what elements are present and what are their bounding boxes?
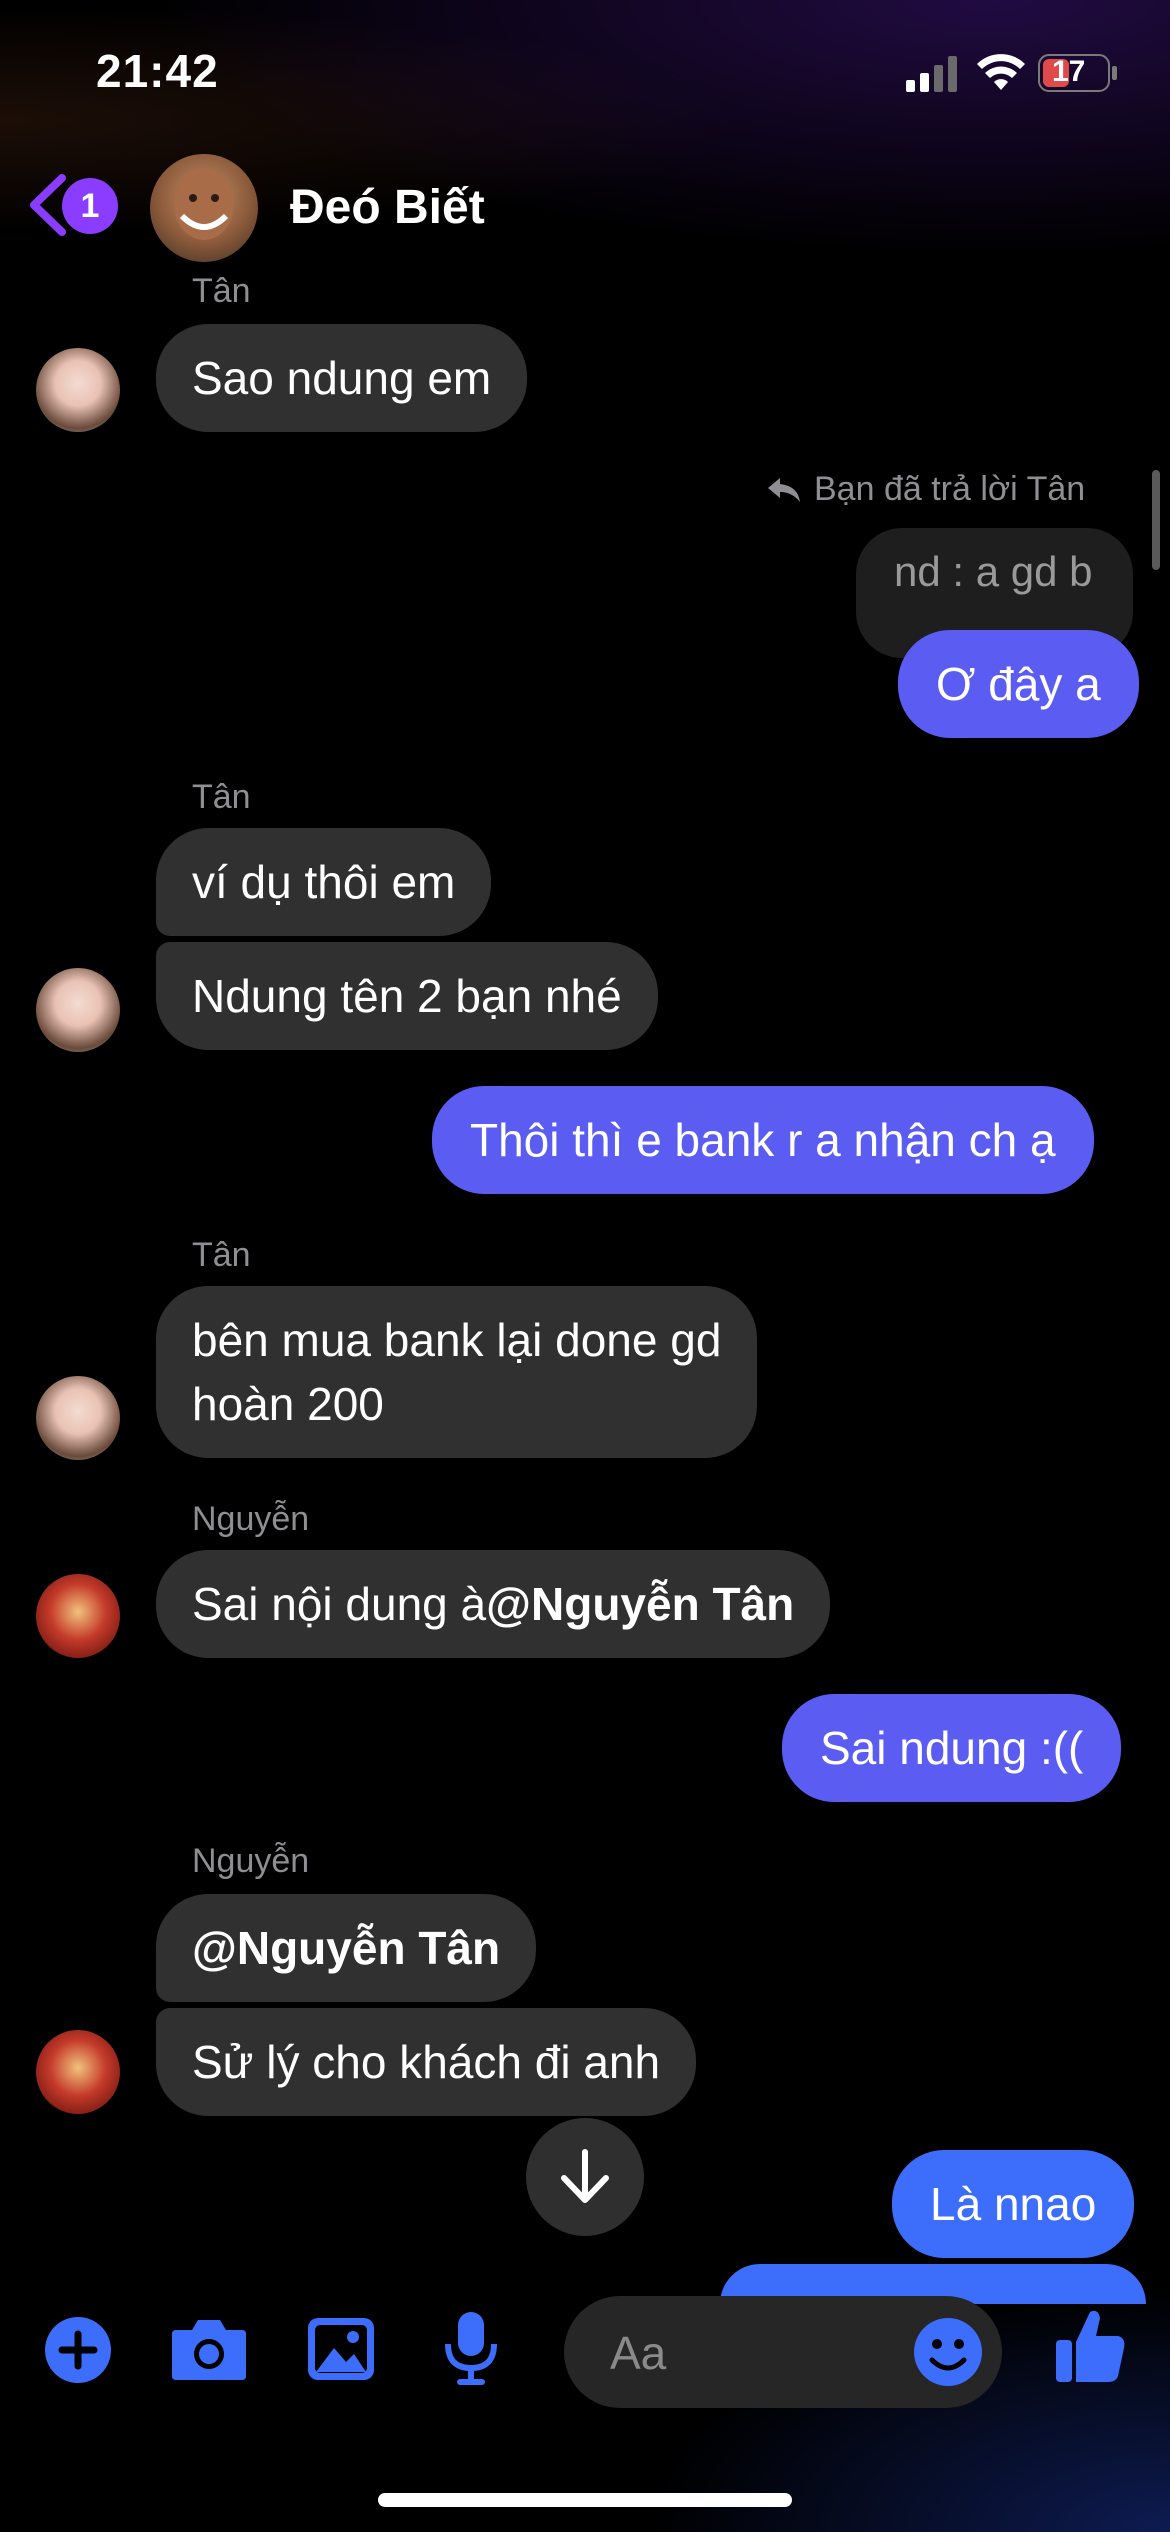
camera-icon[interactable] bbox=[170, 2316, 248, 2382]
message-bubble[interactable]: Thôi thì e bank r a nhận ch ạ bbox=[432, 1086, 1094, 1194]
message-bubble[interactable]: ví dụ thôi em bbox=[156, 828, 492, 936]
avatar[interactable] bbox=[36, 1376, 120, 1460]
sender-name: Tân bbox=[192, 272, 251, 310]
message-line: hoàn 200 bbox=[192, 1378, 384, 1430]
status-time: 21:42 bbox=[96, 45, 219, 97]
thumbs-up-icon[interactable] bbox=[1054, 2306, 1126, 2384]
message-input-placeholder: Aa bbox=[610, 2327, 667, 2379]
reply-indicator: Bạn đã trả lời Tân bbox=[814, 470, 1086, 508]
group-avatar[interactable] bbox=[150, 154, 258, 262]
sender-name: Tân bbox=[192, 778, 251, 816]
avatar[interactable] bbox=[36, 1574, 120, 1658]
message-bubble[interactable]: Sai ndung :(( bbox=[782, 1694, 1122, 1802]
sender-name: Tân bbox=[192, 1236, 251, 1274]
avatar[interactable] bbox=[36, 348, 120, 432]
unread-badge[interactable]: 1 bbox=[62, 178, 118, 234]
image-icon[interactable] bbox=[306, 2316, 376, 2382]
battery-level: 17 bbox=[1052, 55, 1086, 88]
avatar[interactable] bbox=[36, 2030, 120, 2114]
wifi-icon bbox=[976, 52, 1026, 92]
avatar[interactable] bbox=[36, 968, 120, 1052]
message-bubble[interactable]: bên mua bank lại done gd hoàn 200 bbox=[156, 1286, 758, 1458]
message-bubble[interactable]: Sao ndung em bbox=[156, 324, 528, 432]
scroll-to-bottom-button[interactable] bbox=[526, 2118, 644, 2236]
signal-icon bbox=[906, 56, 958, 92]
message-bubble[interactable]: @Nguyễn Tân bbox=[156, 1894, 537, 2002]
plus-circle-icon[interactable] bbox=[44, 2316, 112, 2384]
sender-name: Nguyễn bbox=[192, 1500, 310, 1538]
message-text: Sai nội dung à bbox=[192, 1578, 487, 1630]
message-bubble[interactable]: Sai nội dung à@Nguyễn Tân bbox=[156, 1550, 831, 1658]
scrollbar[interactable] bbox=[1152, 470, 1160, 570]
arrow-down-icon bbox=[561, 2149, 609, 2203]
message-bubble[interactable]: Ndung tên 2 bạn nhé bbox=[156, 942, 658, 1050]
reply-arrow-icon bbox=[766, 474, 802, 506]
conversation-title[interactable]: Đeó Biết bbox=[290, 180, 485, 235]
mention[interactable]: @Nguyễn Tân bbox=[486, 1578, 794, 1630]
message-line: bên mua bank lại done gd bbox=[192, 1314, 722, 1366]
home-indicator bbox=[378, 2493, 792, 2507]
microphone-icon[interactable] bbox=[444, 2310, 498, 2386]
smiley-icon[interactable] bbox=[912, 2316, 984, 2388]
message-bubble[interactable]: Ơ đây a bbox=[898, 630, 1139, 738]
message-bubble[interactable]: Là nnao bbox=[892, 2150, 1135, 2258]
message-bubble[interactable]: Sử lý cho khách đi anh bbox=[156, 2008, 697, 2116]
sender-name: Nguyễn bbox=[192, 1842, 310, 1880]
